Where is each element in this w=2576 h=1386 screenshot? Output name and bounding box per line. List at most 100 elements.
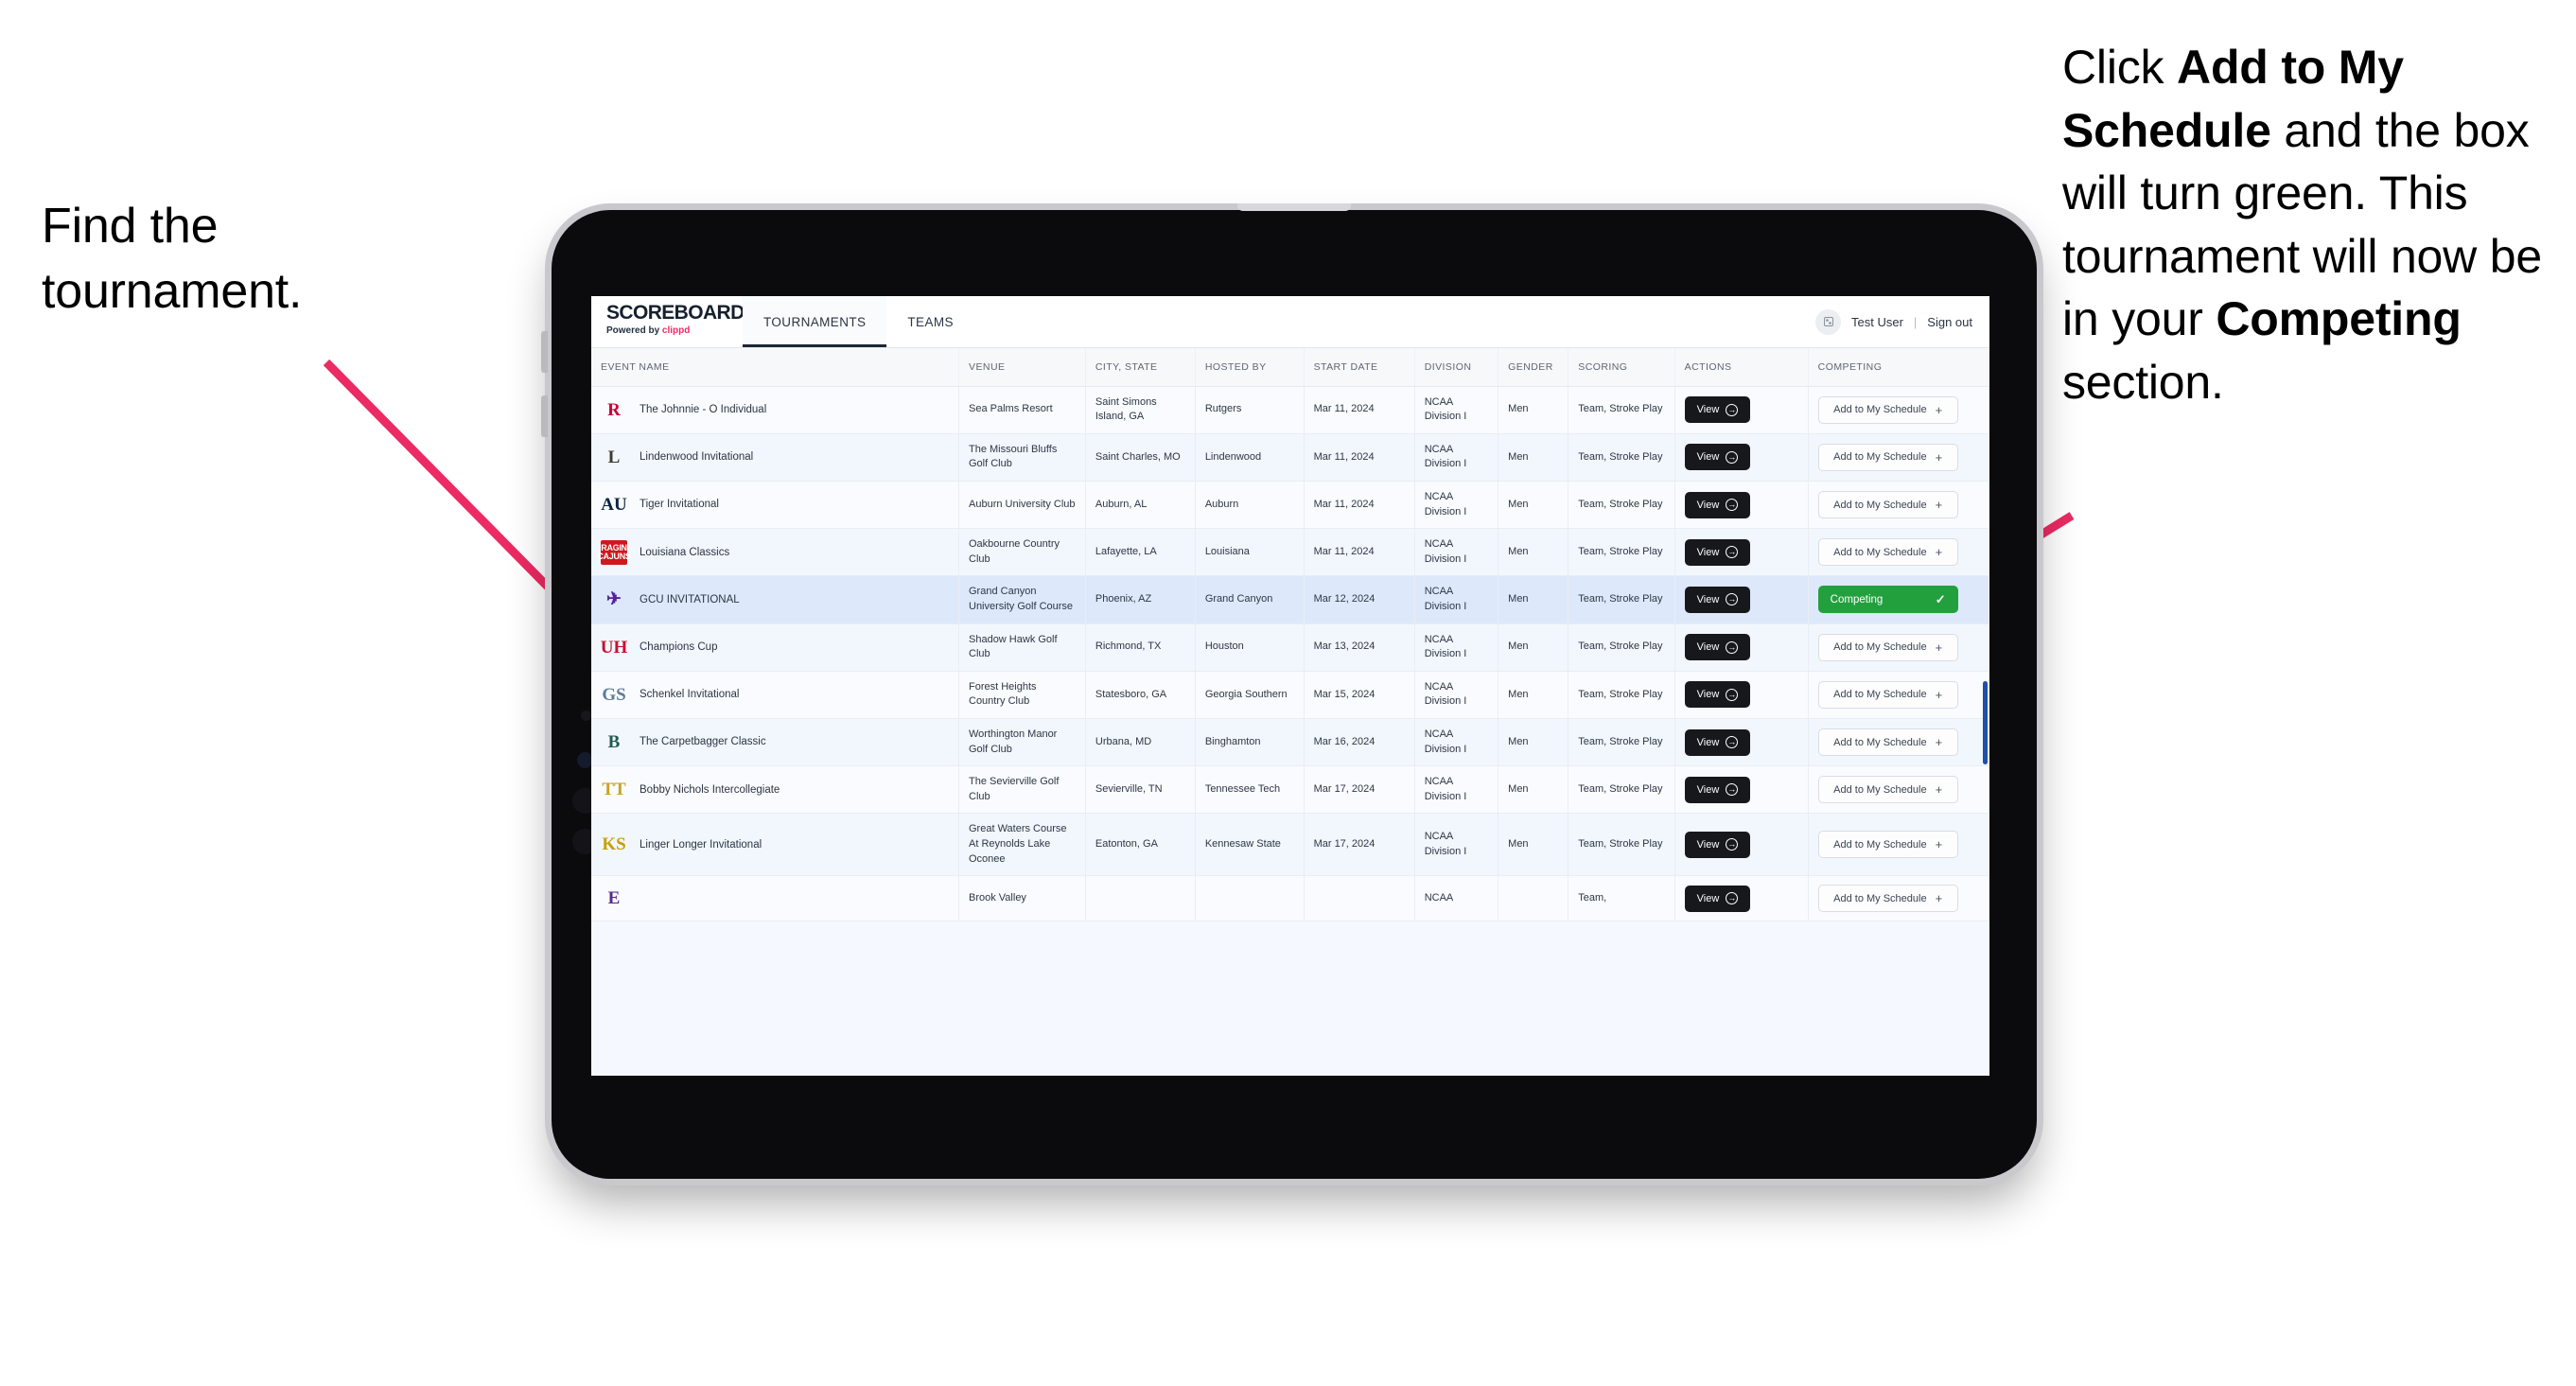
column-header-start-date[interactable]: START DATE (1304, 348, 1415, 387)
cell-division: NCAA Division I (1414, 765, 1499, 815)
event-name-label: Lindenwood Invitational (640, 451, 754, 464)
view-button[interactable]: View → (1684, 776, 1751, 803)
add-to-my-schedule-button[interactable]: Add to My Schedule + (1817, 728, 1958, 757)
cell-actions: View → (1674, 386, 1809, 434)
cell-event-name: E (591, 875, 959, 922)
cell-start-date: Mar 16, 2024 (1304, 718, 1415, 767)
cell-event-name: R The Johnnie - O Individual (591, 386, 959, 434)
cell-scoring: Team, Stroke Play (1568, 433, 1675, 482)
table-row[interactable]: KS Linger Longer Invitational Great Waters… (591, 813, 1989, 877)
cell-city-state: Sevierville, TN (1085, 765, 1196, 815)
nav-tab-teams[interactable]: TEAMS (886, 296, 974, 347)
user-avatar-icon[interactable] (1815, 308, 1841, 335)
view-button-label: View (1696, 892, 1720, 904)
view-button[interactable]: View → (1684, 396, 1751, 424)
add-to-my-schedule-button[interactable]: Add to My Schedule + (1817, 633, 1958, 661)
device-volume-up-button[interactable] (541, 331, 548, 373)
table-row[interactable]: AU Tiger Invitational Auburn University Cl… (591, 481, 1989, 530)
table-row[interactable]: B The Carpetbagger Classic Worthington Man… (591, 718, 1989, 767)
cell-gender: Men (1498, 813, 1569, 877)
column-header-event-name[interactable]: EVENT NAME (591, 348, 959, 387)
cell-scoring: Team, Stroke Play (1568, 386, 1675, 434)
table-row[interactable]: L Lindenwood Invitational The Missouri Blu… (591, 433, 1989, 482)
cell-hosted-by: Kennesaw State (1195, 813, 1305, 877)
column-header-city-state[interactable]: CITY, STATE (1085, 348, 1196, 387)
table-row[interactable]: R The Johnnie - O Individual Sea Palms Res… (591, 386, 1989, 434)
column-header-actions[interactable]: ACTIONS (1674, 348, 1809, 387)
view-button[interactable]: View → (1684, 885, 1751, 912)
column-header-hosted-by[interactable]: HOSTED BY (1195, 348, 1305, 387)
add-to-my-schedule-button[interactable]: Add to My Schedule + (1817, 491, 1958, 519)
table-row[interactable]: E Brook Valley NCAA Team, View → Add to My Sch… (591, 875, 1989, 922)
clippd-brand: clippd (661, 325, 691, 336)
cell-start-date: Mar 12, 2024 (1304, 575, 1415, 624)
view-button[interactable]: View → (1684, 831, 1751, 858)
cell-hosted-by: Louisiana (1195, 528, 1305, 577)
vertical-scrollbar[interactable] (1983, 681, 1988, 764)
add-to-my-schedule-button[interactable]: Add to My Schedule + (1817, 776, 1958, 804)
table-row[interactable]: ✈ GCU INVITATIONAL Grand Canyon University… (591, 575, 1989, 624)
cell-competing: Add to My Schedule + (1808, 718, 1989, 767)
cell-venue: Grand Canyon University Golf Course (958, 575, 1086, 624)
view-button[interactable]: View → (1684, 586, 1751, 613)
cell-competing: Add to My Schedule + (1808, 433, 1989, 482)
table-row[interactable]: TT Bobby Nichols Intercollegiate The Sevie… (591, 765, 1989, 815)
cell-start-date (1304, 875, 1415, 922)
event-name-wrapper: B The Carpetbagger Classic (601, 730, 949, 755)
event-name-wrapper: RAGIN CAJUNS Louisiana Classics (597, 539, 949, 565)
view-button[interactable]: View → (1684, 538, 1751, 566)
cell-start-date: Mar 13, 2024 (1304, 623, 1415, 672)
cell-event-name: ✈ GCU INVITATIONAL (591, 575, 959, 624)
brand-logo[interactable]: SCOREBOARD Powered by clippd (591, 296, 745, 347)
cell-city-state: Eatonton, GA (1085, 813, 1196, 877)
view-button[interactable]: View → (1684, 634, 1751, 661)
device-top-notch (1237, 203, 1351, 211)
cell-gender: Men (1498, 386, 1569, 434)
nav-tab-tournaments[interactable]: TOURNAMENTS (743, 296, 887, 347)
cell-scoring: Team, Stroke Play (1568, 765, 1675, 815)
cell-scoring: Team, (1568, 875, 1675, 922)
device-volume-down-button[interactable] (541, 395, 548, 437)
cell-hosted-by: Binghamton (1195, 718, 1305, 767)
team-logo-icon: AU (601, 495, 627, 516)
column-header-gender[interactable]: GENDER (1498, 348, 1569, 387)
cell-hosted-by: Grand Canyon (1195, 575, 1305, 624)
cell-hosted-by: Auburn (1195, 481, 1305, 530)
plus-icon: + (1935, 498, 1943, 513)
add-to-my-schedule-button[interactable]: Add to My Schedule + (1817, 831, 1958, 859)
view-button[interactable]: View → (1684, 728, 1751, 756)
cell-venue: Oakbourne Country Club (958, 528, 1086, 577)
add-to-my-schedule-button[interactable]: Add to My Schedule + (1817, 443, 1958, 471)
arrow-right-circle-icon: → (1726, 450, 1739, 464)
table-row[interactable]: GS Schenkel Invitational Forest Heights Co… (591, 671, 1989, 720)
cell-venue: The Sevierville Golf Club (958, 765, 1086, 815)
event-name-wrapper: TT Bobby Nichols Intercollegiate (601, 778, 949, 802)
add-button-label: Add to My Schedule (1833, 838, 1927, 851)
table-row[interactable]: UH Champions Cup Shadow Hawk Golf Club Rich… (591, 623, 1989, 672)
table-header: EVENT NAME VENUE CITY, STATE HOSTED BY START… (591, 348, 1989, 387)
view-button[interactable]: View → (1684, 444, 1751, 471)
cell-actions: View → (1674, 575, 1809, 624)
annotation-right-part-4: section. (2062, 355, 2224, 409)
tournaments-table-container: EVENT NAME VENUE CITY, STATE HOSTED BY START… (591, 348, 1989, 1076)
plus-icon: + (1935, 449, 1943, 465)
add-button-label: Add to My Schedule (1833, 499, 1927, 511)
column-header-competing[interactable]: COMPETING (1808, 348, 1989, 387)
view-button[interactable]: View → (1684, 681, 1751, 709)
sign-out-link[interactable]: Sign out (1927, 315, 1972, 329)
column-header-scoring[interactable]: SCORING (1568, 348, 1675, 387)
cell-event-name: L Lindenwood Invitational (591, 433, 959, 482)
column-header-division[interactable]: DIVISION (1414, 348, 1499, 387)
team-logo-icon: E (607, 888, 621, 909)
table-row[interactable]: RAGIN CAJUNS Louisiana Classics Oakbourne … (591, 528, 1989, 577)
event-name-label: The Johnnie - O Individual (640, 403, 767, 415)
add-to-my-schedule-button[interactable]: Add to My Schedule + (1817, 538, 1958, 567)
add-to-my-schedule-button[interactable]: Add to My Schedule + (1817, 395, 1958, 424)
view-button[interactable]: View → (1684, 491, 1751, 518)
add-to-my-schedule-button[interactable]: Add to My Schedule + (1817, 680, 1958, 709)
column-header-venue[interactable]: VENUE (958, 348, 1086, 387)
competing-button[interactable]: Competing ✓ (1817, 586, 1958, 614)
add-to-my-schedule-button[interactable]: Add to My Schedule + (1817, 885, 1958, 913)
add-button-label: Add to My Schedule (1833, 689, 1927, 701)
event-name-label: Linger Longer Invitational (640, 838, 762, 851)
